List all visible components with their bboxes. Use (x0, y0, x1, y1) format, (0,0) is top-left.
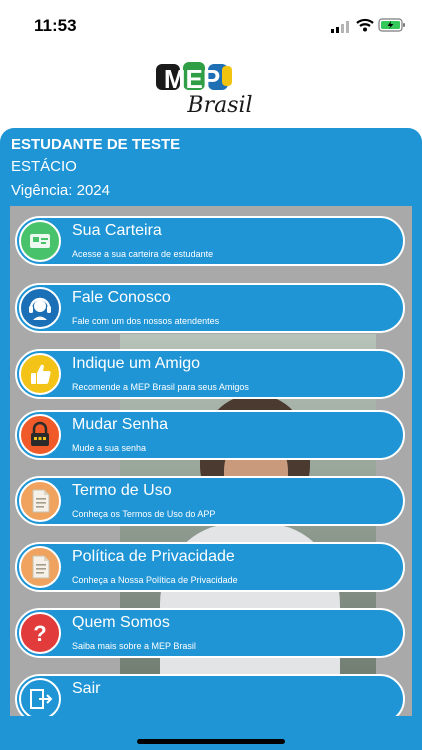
menu-item-title: Termo de Uso (72, 482, 172, 499)
user-name: ESTUDANTE DE TESTE (11, 136, 181, 153)
menu-item-fale-conosco[interactable]: Fale Conosco Fale com um dos nossos aten… (15, 283, 405, 333)
logo-sub-text: Brasil (186, 93, 252, 118)
menu-item-title: Quem Somos (72, 614, 170, 631)
menu-item-indique-um-amigo[interactable]: Indique um Amigo Recomende a MEP Brasil … (15, 349, 405, 399)
id-card-icon (19, 220, 61, 262)
document-icon (19, 480, 61, 522)
menu-item-politica-de-privacidade[interactable]: Política de Privacidade Conheça a Nossa … (15, 542, 405, 592)
menu-item-subtitle: Recomende a MEP Brasil para seus Amigos (72, 382, 249, 392)
menu-item-sua-carteira[interactable]: Sua Carteira Acesse a sua carteira de es… (15, 216, 405, 266)
status-time: 11:53 (34, 16, 77, 35)
svg-text:?: ? (33, 621, 46, 646)
logo-main-text: MEP (164, 64, 220, 94)
user-institution: ESTÁCIO (11, 158, 77, 175)
menu-item-title: Sua Carteira (72, 222, 162, 239)
home-indicator[interactable] (137, 739, 285, 744)
menu-item-subtitle: Conheça a Nossa Política de Privacidade (72, 575, 238, 585)
menu-item-subtitle: Conheça os Termos de Uso do APP (72, 509, 216, 519)
status-bar: 11:53 (0, 0, 422, 52)
menu-item-subtitle: Saiba mais sobre a MEP Brasil (72, 641, 196, 651)
menu-item-subtitle: Mude a sua senha (72, 443, 147, 453)
menu-item-termo-de-uso[interactable]: Termo de Uso Conheça os Termos de Uso do… (15, 476, 405, 526)
menu-item-title: Indique um Amigo (72, 355, 201, 372)
menu-item-quem-somos[interactable]: ? Quem Somos Saiba mais sobre a MEP Bras… (15, 608, 405, 658)
signal-icon (331, 21, 349, 33)
battery-icon (378, 18, 405, 32)
thumbs-up-icon (19, 353, 61, 395)
question-icon: ? (19, 612, 61, 654)
menu-item-subtitle: Fale com um dos nossos atendentes (72, 316, 220, 326)
menu-item-title: Mudar Senha (72, 416, 169, 433)
menu-item-subtitle: Acesse a sua carteira de estudante (72, 249, 214, 259)
wifi-icon (356, 18, 374, 32)
headset-icon (19, 287, 61, 329)
lock-icon (19, 414, 61, 456)
menu-item-title: Fale Conosco (72, 289, 171, 306)
menu-item-title: Sair (72, 680, 101, 697)
bottom-bar (0, 716, 422, 750)
document-icon (19, 546, 61, 588)
mep-brasil-logo: MEP Brasil (156, 62, 253, 118)
user-validity: Vigência: 2024 (11, 182, 110, 199)
menu-item-title: Política de Privacidade (72, 548, 235, 565)
menu-item-mudar-senha[interactable]: Mudar Senha Mude a sua senha (15, 410, 405, 460)
exit-icon (19, 678, 61, 720)
